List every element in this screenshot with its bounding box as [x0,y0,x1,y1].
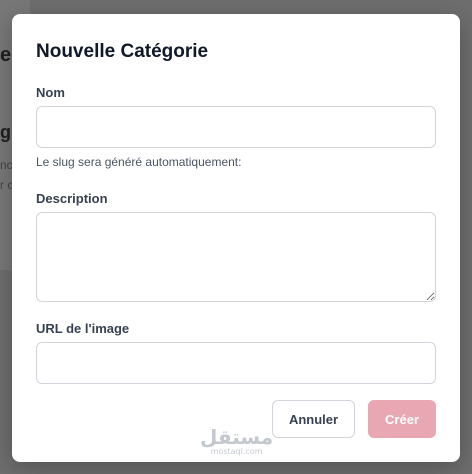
dialog-title: Nouvelle Catégorie [36,41,209,62]
description-label: Description [36,191,108,206]
background-subtitle: g [0,122,11,142]
background-text-line: nc [0,158,13,172]
name-input[interactable] [36,106,436,148]
name-label: Nom [36,85,65,100]
cancel-button[interactable]: Annuler [272,400,355,438]
slug-helper-text: Le slug sera généré automatiquement: [36,155,242,169]
image-url-input[interactable] [36,342,436,384]
description-textarea[interactable] [36,212,436,302]
create-button[interactable]: Créer [368,400,436,438]
new-category-dialog: Nouvelle Catégorie Nom Le slug sera géné… [12,14,460,462]
image-url-label: URL de l'image [36,321,130,336]
